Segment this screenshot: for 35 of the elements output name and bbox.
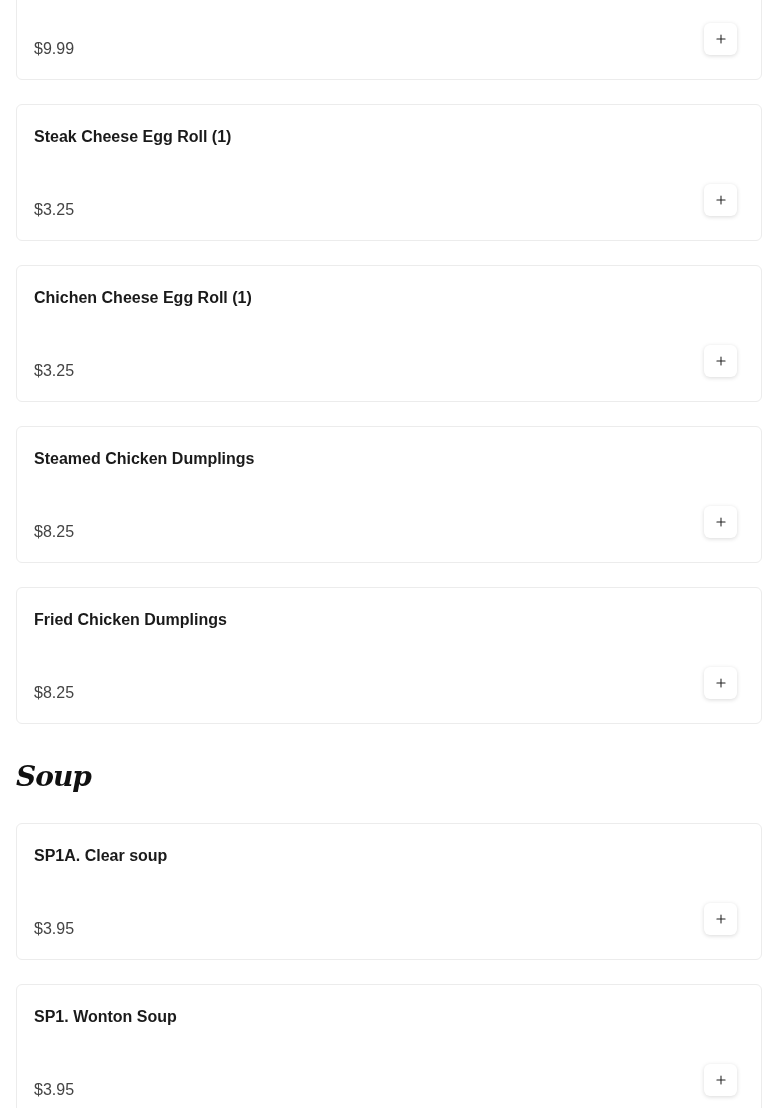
add-button[interactable] (704, 903, 737, 935)
add-button[interactable] (704, 506, 737, 538)
menu-item-card[interactable]: SP1A. Clear soup $3.95 (16, 823, 762, 960)
menu-item-card[interactable]: SP1. Wonton Soup $3.95 (16, 984, 762, 1108)
menu-item-card[interactable]: Steak Cheese Egg Roll (1) $3.25 (16, 104, 762, 241)
item-price: $9.99 (34, 39, 76, 59)
item-price: $3.25 (34, 200, 76, 220)
add-button[interactable] (704, 1064, 737, 1096)
item-name: SP1A. Clear soup (34, 846, 169, 866)
menu-item-card[interactable]: Fried Chicken Dumplings $8.25 (16, 587, 762, 724)
plus-icon (713, 676, 728, 690)
add-button[interactable] (704, 23, 737, 55)
item-price: $3.25 (34, 361, 76, 381)
section-heading: Soup (16, 760, 93, 794)
add-button[interactable] (704, 184, 737, 216)
item-price: $3.95 (34, 919, 76, 939)
menu-item-card[interactable]: Chichen Cheese Egg Roll (1) $3.25 (16, 265, 762, 402)
item-name: Steamed Chicken Dumplings (34, 449, 256, 469)
menu-item-card[interactable]: Steamed Chicken Dumplings $8.25 (16, 426, 762, 563)
plus-icon (713, 193, 728, 207)
item-price: $8.25 (34, 683, 76, 703)
add-button[interactable] (704, 667, 737, 699)
plus-icon (713, 1073, 728, 1087)
item-name: Fried Chicken Dumplings (34, 610, 228, 630)
plus-icon (713, 912, 728, 926)
plus-icon (713, 354, 728, 368)
item-price: $3.95 (34, 1080, 76, 1100)
item-name: Chichen Cheese Egg Roll (1) (34, 288, 253, 308)
plus-icon (713, 32, 728, 46)
menu-item-card[interactable]: $9.99 (16, 0, 762, 80)
plus-icon (713, 515, 728, 529)
add-button[interactable] (704, 345, 737, 377)
item-name: Steak Cheese Egg Roll (1) (34, 127, 233, 147)
item-price: $8.25 (34, 522, 76, 542)
item-name: SP1. Wonton Soup (34, 1007, 178, 1027)
